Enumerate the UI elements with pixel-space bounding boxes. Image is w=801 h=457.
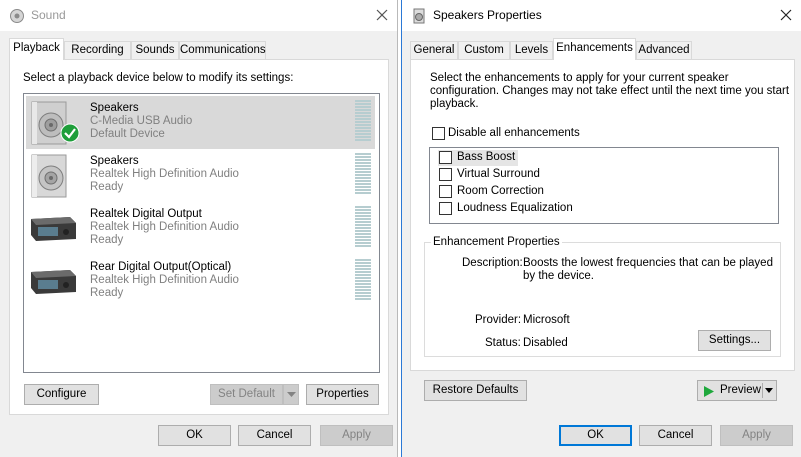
playback-panel: Select a playback device below to modify…	[9, 59, 389, 415]
preview-label: Preview	[720, 384, 761, 396]
device-status: Ready	[90, 287, 124, 299]
tab-communications[interactable]: Communications	[179, 41, 266, 59]
level-meter	[355, 153, 371, 197]
description-value: by the device.	[523, 270, 594, 282]
device-status: Ready	[90, 234, 124, 246]
enhancements-panel: Select the enhancements to apply for you…	[410, 59, 795, 371]
provider-label: Provider:	[475, 314, 522, 326]
apply-button[interactable]: Apply	[320, 425, 393, 446]
tab-enhancements[interactable]: Enhancements	[553, 38, 636, 60]
device-driver: Realtek High Definition Audio	[90, 274, 239, 286]
ok-button[interactable]: OK	[559, 425, 632, 446]
sound-window: Sound Playback Recording Sounds Communic…	[0, 0, 398, 457]
device-item-realtek-digital-output[interactable]: Realtek Digital Output Realtek High Defi…	[26, 202, 375, 255]
status-label: Status:	[485, 337, 521, 349]
description-label: Description:	[462, 257, 523, 269]
tab-advanced[interactable]: Advanced	[636, 41, 692, 59]
device-name: Realtek Digital Output	[90, 208, 202, 220]
virtual-surround-checkbox[interactable]	[439, 168, 452, 181]
speakers-properties-titlebar[interactable]: Speakers Properties	[402, 0, 801, 31]
preview-button[interactable]: Preview	[697, 380, 777, 401]
device-driver: C-Media USB Audio	[90, 115, 193, 127]
enhancements-description-line: configuration. Changes may not take effe…	[430, 85, 790, 97]
close-icon[interactable]	[375, 8, 389, 22]
green-check-icon	[60, 123, 80, 143]
device-item-rear-digital-output[interactable]: Rear Digital Output(Optical) Realtek Hig…	[26, 255, 375, 308]
tab-playback[interactable]: Playback	[9, 38, 64, 60]
properties-button[interactable]: Properties	[306, 384, 379, 405]
device-name: Speakers	[90, 155, 139, 167]
settings-button[interactable]: Settings...	[698, 330, 771, 351]
device-name: Rear Digital Output(Optical)	[90, 261, 232, 273]
loudness-equalization-checkbox[interactable]	[439, 202, 452, 215]
enhancement-label[interactable]: Room Correction	[457, 185, 544, 197]
chevron-down-icon	[765, 388, 773, 393]
level-meter	[355, 206, 371, 250]
speakers-properties-window: Speakers Properties General Custom Level…	[401, 0, 801, 457]
device-item-speakers-realtek[interactable]: Speakers Realtek High Definition Audio R…	[26, 149, 375, 202]
enhancements-list[interactable]: Bass Boost Virtual Surround Room Correct…	[429, 147, 779, 224]
level-meter	[355, 100, 371, 144]
digital-output-icon	[31, 270, 76, 294]
enhancement-label[interactable]: Loudness Equalization	[457, 202, 573, 214]
bass-boost-checkbox[interactable]	[439, 151, 452, 164]
speaker-small-icon	[413, 8, 425, 24]
sound-title: Sound	[31, 8, 66, 22]
tab-recording[interactable]: Recording	[64, 41, 131, 59]
configure-button[interactable]: Configure	[24, 384, 99, 405]
device-name: Speakers	[90, 102, 139, 114]
close-icon[interactable]	[779, 8, 793, 22]
apply-button[interactable]: Apply	[720, 425, 793, 446]
room-correction-checkbox[interactable]	[439, 185, 452, 198]
device-status: Default Device	[90, 128, 165, 140]
device-list[interactable]: Speakers C-Media USB Audio Default Devic…	[23, 93, 380, 373]
enhancements-description-line: Select the enhancements to apply for you…	[430, 72, 729, 84]
enhancement-label[interactable]: Virtual Surround	[457, 168, 540, 180]
speakers-properties-title: Speakers Properties	[433, 8, 542, 22]
provider-value: Microsoft	[523, 314, 570, 326]
device-driver: Realtek High Definition Audio	[90, 221, 239, 233]
enhancements-description-line: playback.	[430, 98, 479, 110]
tab-custom[interactable]: Custom	[458, 41, 510, 59]
enhancement-properties-group: Enhancement Properties Description: Boos…	[424, 236, 781, 357]
description-value: Boosts the lowest frequencies that can b…	[523, 257, 773, 269]
set-default-button[interactable]: Set Default	[210, 384, 283, 405]
disable-all-checkbox[interactable]	[432, 127, 445, 140]
digital-output-icon	[31, 217, 76, 241]
tab-sounds[interactable]: Sounds	[131, 41, 179, 59]
enhancement-properties-title: Enhancement Properties	[431, 236, 562, 248]
ok-button[interactable]: OK	[158, 425, 231, 446]
sound-app-icon	[10, 9, 24, 23]
tab-levels[interactable]: Levels	[510, 41, 553, 59]
device-driver: Realtek High Definition Audio	[90, 168, 239, 180]
device-item-speakers-cmedia[interactable]: Speakers C-Media USB Audio Default Devic…	[26, 96, 375, 149]
speaker-icon	[31, 154, 67, 198]
cancel-button[interactable]: Cancel	[639, 425, 712, 446]
split-divider	[762, 383, 763, 398]
cancel-button[interactable]: Cancel	[238, 425, 311, 446]
sound-titlebar[interactable]: Sound	[0, 0, 397, 31]
chevron-down-icon	[287, 392, 296, 397]
status-value: Disabled	[523, 337, 568, 349]
enhancement-label[interactable]: Bass Boost	[457, 151, 515, 163]
play-icon	[704, 386, 714, 397]
restore-defaults-button[interactable]: Restore Defaults	[424, 380, 527, 401]
tab-general[interactable]: General	[410, 41, 458, 59]
playback-instruction: Select a playback device below to modify…	[23, 72, 294, 84]
device-status: Ready	[90, 181, 124, 193]
level-meter	[355, 259, 371, 303]
disable-all-label[interactable]: Disable all enhancements	[448, 127, 580, 139]
set-default-dropdown[interactable]	[283, 384, 299, 405]
